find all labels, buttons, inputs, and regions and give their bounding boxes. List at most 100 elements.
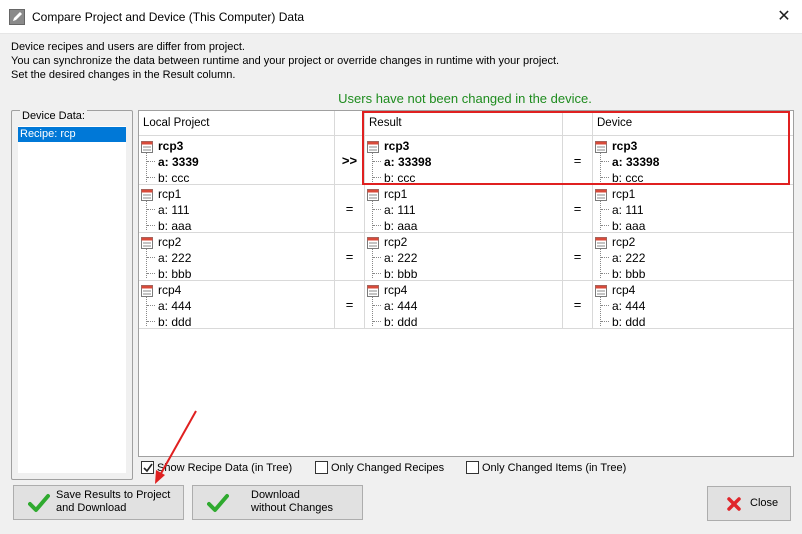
only-changed-items-checkbox[interactable]: Only Changed Items (in Tree) (466, 461, 626, 477)
window-close-icon[interactable]: ✕ (766, 0, 802, 34)
column-header-device[interactable]: Device (593, 111, 632, 136)
show-recipe-data-checkbox[interactable]: Show Recipe Data (in Tree) (141, 461, 292, 477)
device-data-legend: Device Data: (20, 110, 87, 122)
save-results-and-download-button[interactable]: Save Results to Project and Download (13, 485, 184, 520)
recipe-value-b: b: bbb (158, 267, 192, 281)
compare-operator-local-result[interactable]: = (335, 233, 364, 281)
recipe-icon (367, 141, 379, 153)
recipe-value-a: a: 33398 (612, 155, 660, 169)
recipe-cell-local[interactable]: rcp1 a: 111 b: aaa (139, 185, 334, 233)
recipe-value-a: a: 111 (158, 203, 190, 217)
compare-operator-result-device[interactable]: = (563, 281, 592, 329)
tree-connector (601, 305, 609, 306)
recipe-name: rcp4 (612, 283, 636, 297)
recipe-icon (141, 189, 153, 201)
recipe-value-a: a: 444 (158, 299, 192, 313)
recipe-value-b: b: ddd (158, 315, 192, 329)
recipe-cell-local[interactable]: rcp3 a: 3339 b: ccc (139, 137, 334, 185)
device-data-item-recipe[interactable]: Recipe: rcp (18, 127, 126, 142)
recipe-name: rcp2 (384, 235, 408, 249)
tree-connector (147, 305, 155, 306)
tree-connector (601, 321, 609, 322)
recipe-name: rcp2 (158, 235, 182, 249)
checkbox-label: Only Changed Recipes (331, 462, 445, 474)
recipe-cell-device[interactable]: rcp2 a: 222 b: bbb (593, 233, 793, 281)
recipe-icon (367, 189, 379, 201)
recipe-value-b: b: bbb (612, 267, 646, 281)
tree-connector (147, 273, 155, 274)
close-button[interactable]: Close (707, 486, 791, 521)
compare-grid[interactable]: Local Project Result Device rcp3 a: 3339 b… (138, 110, 794, 457)
recipe-cell-local[interactable]: rcp4 a: 444 b: ddd (139, 281, 334, 329)
compare-operator-result-device[interactable]: = (563, 185, 592, 233)
recipe-value-b: b: ccc (158, 171, 190, 185)
recipe-cell-result[interactable]: rcp1 a: 111 b: aaa (365, 185, 562, 233)
checkbox-box[interactable] (141, 461, 154, 474)
tree-connector (601, 177, 609, 178)
compare-operator-local-result[interactable]: >> (335, 137, 364, 185)
column-header-result[interactable]: Result (365, 111, 402, 136)
recipe-name: rcp1 (384, 187, 408, 201)
recipe-value-a: a: 444 (612, 299, 646, 313)
status-message: Users have not been changed in the devic… (338, 91, 592, 106)
only-changed-recipes-checkbox[interactable]: Only Changed Recipes (315, 461, 444, 477)
recipe-value-a: a: 222 (384, 251, 418, 265)
recipe-value-b: b: ddd (612, 315, 646, 329)
tree-connector (147, 257, 155, 258)
recipe-icon (595, 141, 607, 153)
tree-connector (601, 209, 609, 210)
recipe-value-a: a: 3339 (158, 155, 199, 169)
recipe-value-a: a: 111 (384, 203, 416, 217)
device-data-list[interactable]: Recipe: rcp (18, 126, 126, 473)
table-row[interactable]: rcp2 a: 222 b: bbb rcp2 a: 222 b: bbb rcp2 a: 2… (139, 233, 793, 281)
recipe-value-a: a: 444 (384, 299, 418, 313)
table-row[interactable]: rcp4 a: 444 b: ddd rcp4 a: 444 b: ddd rcp4 a: 4… (139, 281, 793, 329)
tree-connector (601, 257, 609, 258)
compare-operator-local-result[interactable]: = (335, 281, 364, 329)
recipe-value-a: a: 222 (612, 251, 646, 265)
tree-connector (373, 177, 381, 178)
green-check-icon (28, 494, 50, 512)
green-check-icon (207, 494, 229, 512)
checkbox-label: Show Recipe Data (in Tree) (157, 462, 293, 474)
tree-connector (601, 225, 609, 226)
tree-connector (147, 161, 155, 162)
recipe-icon (367, 285, 379, 297)
red-x-icon (727, 497, 741, 511)
compare-operator-result-device[interactable]: = (563, 137, 592, 185)
recipe-value-b: b: aaa (384, 219, 418, 233)
recipe-cell-device[interactable]: rcp1 a: 111 b: aaa (593, 185, 793, 233)
recipe-cell-result[interactable]: rcp4 a: 444 b: ddd (365, 281, 562, 329)
recipe-cell-device[interactable]: rcp4 a: 444 b: ddd (593, 281, 793, 329)
recipe-cell-device[interactable]: rcp3 a: 33398 b: ccc (593, 137, 793, 185)
recipe-icon (595, 189, 607, 201)
checkbox-box[interactable] (466, 461, 479, 474)
checkbox-box[interactable] (315, 461, 328, 474)
button-label-line: and Download (56, 502, 127, 514)
tree-connector (373, 305, 381, 306)
recipe-cell-local[interactable]: rcp2 a: 222 b: bbb (139, 233, 334, 281)
download-without-changes-button[interactable]: Download without Changes (192, 485, 363, 520)
checkbox-label: Only Changed Items (in Tree) (482, 462, 627, 474)
button-label-line: Download (251, 489, 300, 501)
tree-connector (373, 321, 381, 322)
recipe-name: rcp4 (384, 283, 408, 297)
intro-line: You can synchronize the data between run… (11, 55, 560, 67)
recipe-value-b: b: aaa (612, 219, 646, 233)
tree-connector (147, 209, 155, 210)
recipe-value-b: b: ddd (384, 315, 418, 329)
tree-connector (601, 273, 609, 274)
intro-line: Set the desired changes in the Result co… (11, 69, 236, 81)
tree-connector (147, 177, 155, 178)
recipe-cell-result[interactable]: rcp2 a: 222 b: bbb (365, 233, 562, 281)
intro-line: Device recipes and users are differ from… (11, 41, 245, 53)
recipe-cell-result[interactable]: rcp3 a: 33398 b: ccc (365, 137, 562, 185)
table-row[interactable]: rcp3 a: 3339 b: ccc rcp3 a: 33398 b: ccc rcp3 a… (139, 137, 793, 185)
table-row[interactable]: rcp1 a: 111 b: aaa rcp1 a: 111 b: aaa rcp1 a: 1… (139, 185, 793, 233)
compare-operator-result-device[interactable]: = (563, 233, 592, 281)
button-label: Close (750, 497, 779, 509)
button-label-line: Save Results to Project (56, 489, 171, 501)
tree-connector (147, 321, 155, 322)
compare-operator-local-result[interactable]: = (335, 185, 364, 233)
column-header-local-project[interactable]: Local Project (139, 111, 209, 136)
